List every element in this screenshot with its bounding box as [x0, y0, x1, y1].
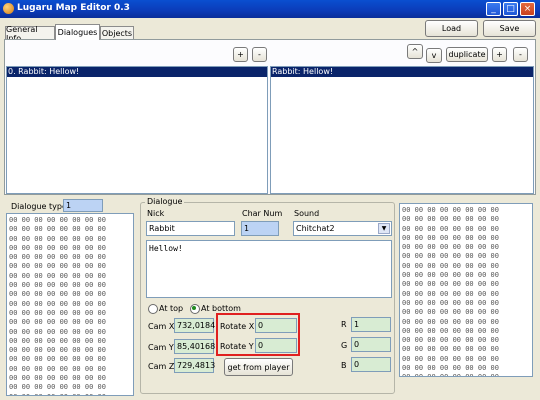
app-icon	[3, 3, 14, 14]
close-button[interactable]: ×	[520, 2, 535, 16]
window-title: Lugaru Map Editor 0.3	[17, 3, 130, 13]
dialogue-text-area[interactable]: Hellow!	[146, 240, 392, 298]
at-bottom-label: At bottom	[201, 304, 241, 313]
sound-label: Sound	[294, 209, 320, 218]
add-dialogue-button[interactable]: +	[233, 47, 248, 62]
cam-x-input[interactable]: 732,0184	[174, 318, 215, 333]
char-num-label: Char Num	[242, 209, 283, 218]
g-input[interactable]: 0	[351, 337, 391, 352]
nick-input[interactable]: Rabbit	[146, 221, 235, 236]
save-button[interactable]: Save	[483, 20, 536, 37]
dialogue-list[interactable]: 0. Rabbit: Hellow!	[6, 66, 268, 194]
b-input[interactable]: 0	[351, 357, 391, 372]
add-line-button[interactable]: +	[492, 47, 507, 62]
at-top-radio[interactable]	[148, 304, 158, 314]
move-up-button[interactable]: ^	[407, 44, 423, 59]
cam-y-label: Cam Y	[148, 343, 174, 352]
chevron-down-icon[interactable]: ▼	[378, 223, 390, 234]
remove-line-button[interactable]: -	[513, 47, 528, 62]
cam-x-label: Cam X	[148, 322, 175, 331]
char-num-input[interactable]: 1	[241, 221, 279, 236]
cam-y-input[interactable]: 85,40168	[174, 339, 215, 354]
hex-view-left: 00 00 00 00 00 00 00 00 00 00 00 00 00 0…	[6, 213, 134, 396]
radio-selected-icon	[190, 304, 200, 314]
radio-icon	[148, 304, 158, 314]
r-label: R	[341, 320, 347, 329]
at-bottom-radio[interactable]	[190, 304, 200, 314]
tab-dialogues[interactable]: Dialogues	[55, 24, 100, 40]
b-label: B	[341, 361, 347, 370]
hex-view-right: 00 00 00 00 00 00 00 00 00 00 00 00 00 0…	[399, 203, 533, 377]
tab-general-info[interactable]: General Info	[5, 25, 55, 43]
tab-objects[interactable]: Objects	[100, 26, 134, 40]
rotate-y-input[interactable]: 0	[255, 338, 297, 353]
nick-label: Nick	[147, 209, 165, 218]
rotate-y-label: Rotate Y	[220, 342, 254, 351]
move-down-button[interactable]: v	[426, 48, 442, 63]
get-from-player-button[interactable]: get from player	[224, 358, 293, 376]
dialogue-type-input[interactable]: 1	[63, 199, 103, 212]
rotate-x-label: Rotate X	[220, 322, 255, 331]
load-button[interactable]: Load	[425, 20, 478, 37]
r-input[interactable]: 1	[351, 317, 391, 332]
cam-z-label: Cam Z	[148, 362, 175, 371]
at-top-label: At top	[159, 304, 184, 313]
sound-select[interactable]: Chitchat2 ▼	[293, 221, 392, 236]
title-bar: Lugaru Map Editor 0.3	[0, 0, 540, 18]
list-item[interactable]: Rabbit: Hellow!	[271, 67, 533, 77]
g-label: G	[341, 341, 348, 350]
dialogue-type-label: Dialogue type	[11, 202, 67, 211]
dialogue-group-label: Dialogue	[145, 197, 185, 206]
maximize-button[interactable]: □	[503, 2, 518, 16]
sound-value: Chitchat2	[296, 224, 335, 233]
cam-z-input[interactable]: 729,4813	[174, 358, 215, 373]
list-item[interactable]: 0. Rabbit: Hellow!	[7, 67, 267, 77]
duplicate-button[interactable]: duplicate	[446, 47, 488, 62]
minimize-button[interactable]: _	[486, 2, 501, 16]
remove-dialogue-button[interactable]: -	[252, 47, 267, 62]
dialogue-line-list[interactable]: Rabbit: Hellow!	[270, 66, 534, 194]
rotate-x-input[interactable]: 0	[255, 318, 297, 333]
